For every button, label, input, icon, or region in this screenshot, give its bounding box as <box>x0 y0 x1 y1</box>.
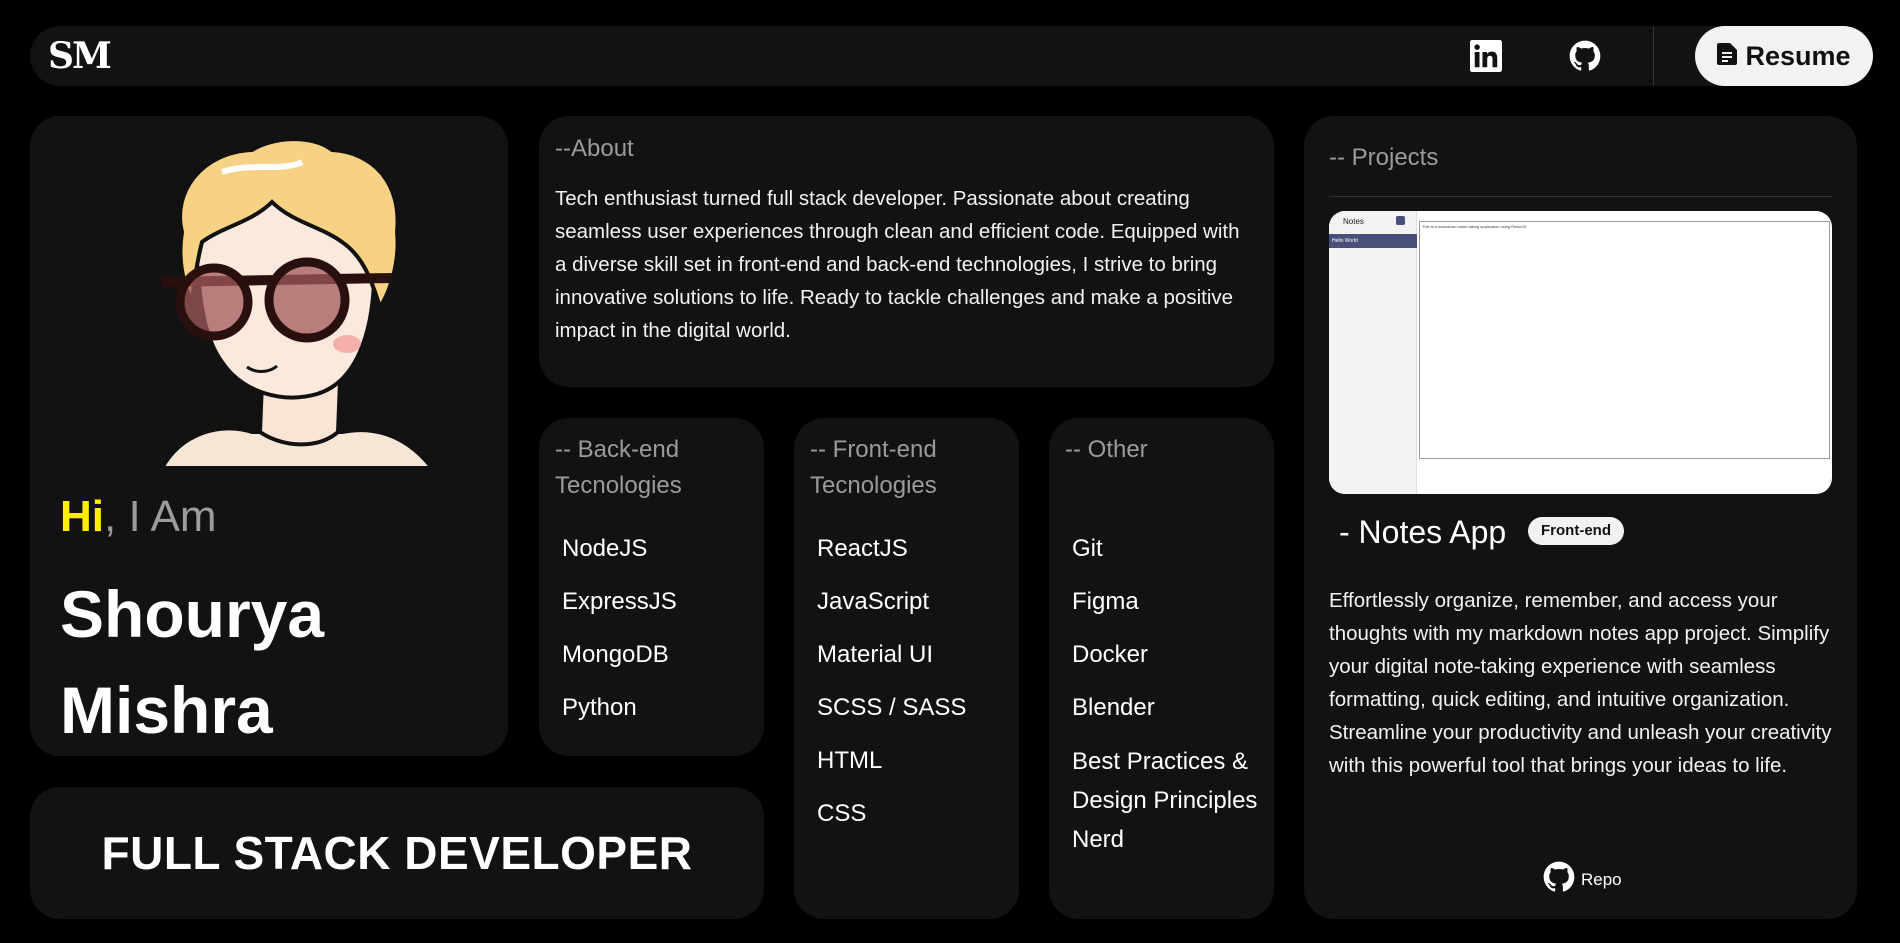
frontend-title: -- Front-end Tecnologies <box>810 436 937 499</box>
project-name: - Notes App <box>1339 514 1507 550</box>
screenshot-toolbar <box>1421 213 1832 221</box>
screenshot-editor: This is a markdown notes taking applicat… <box>1419 221 1830 459</box>
screenshot-editor-text: This is a markdown notes taking applicat… <box>1422 224 1527 229</box>
last-name: Mishra <box>60 673 273 747</box>
list-item: Material UI <box>817 641 934 668</box>
greeting-hi: Hi <box>60 492 104 541</box>
list-item: Figma <box>1072 588 1139 615</box>
other-list: Git Figma Docker Blender Best Practices … <box>1072 522 1262 859</box>
profile-card: Hi, I Am Shourya Mishra <box>30 116 508 756</box>
project-badge: Front-end <box>1528 517 1624 545</box>
navbar: SM Resume <box>30 26 1873 86</box>
repo-label: Repo <box>1581 869 1622 889</box>
projects-card: -- Projects Notes Hello World This is a … <box>1304 116 1857 919</box>
list-item: MongoDB <box>562 641 669 668</box>
list-item: Docker <box>1072 641 1149 668</box>
list-item: JavaScript <box>817 588 930 615</box>
repo-link[interactable]: Repo <box>1543 861 1622 898</box>
screenshot-sidebar-item: Hello World <box>1329 234 1417 248</box>
project-screenshot[interactable]: Notes Hello World This is a markdown not… <box>1329 211 1832 494</box>
document-icon <box>1717 41 1738 72</box>
about-card: --About Tech enthusiast turned full stac… <box>539 116 1274 387</box>
about-text: Tech enthusiast turned full stack develo… <box>555 187 1240 342</box>
list-item: ExpressJS <box>562 588 677 615</box>
github-icon[interactable] <box>1569 40 1601 72</box>
list-item: NodeJS <box>562 535 648 562</box>
resume-button[interactable]: Resume <box>1695 26 1873 86</box>
list-item: Python <box>562 694 637 721</box>
frontend-list: ReactJS JavaScript Material UI SCSS / SA… <box>817 522 966 840</box>
backend-title: -- Back-end Tecnologies <box>555 436 682 499</box>
list-item: ReactJS <box>817 535 908 562</box>
first-name: Shourya <box>60 577 325 651</box>
greeting-rest: , I Am <box>104 492 217 541</box>
resume-label: Resume <box>1745 40 1851 71</box>
screenshot-sidebar: Notes Hello World <box>1329 211 1417 494</box>
projects-divider <box>1329 196 1832 197</box>
list-item: Git <box>1072 535 1103 562</box>
role-title: FULL STACK DEVELOPER <box>101 827 693 879</box>
profile-name: Shourya Mishra <box>60 566 324 758</box>
linkedin-icon[interactable] <box>1470 40 1502 72</box>
projects-title: -- Projects <box>1329 144 1439 171</box>
github-icon <box>1543 861 1575 898</box>
backend-list: NodeJS ExpressJS MongoDB Python <box>562 522 677 734</box>
other-title: -- Other <box>1065 436 1148 463</box>
greeting: Hi, I Am <box>60 492 216 542</box>
project-description: Effortlessly organize, remember, and acc… <box>1329 589 1832 777</box>
list-item: Best Practices & Design Principles Nerd <box>1072 748 1258 853</box>
screenshot-add-icon <box>1396 216 1405 225</box>
other-card: -- Other Git Figma Docker Blender Best P… <box>1049 418 1274 919</box>
nav-divider <box>1653 26 1654 86</box>
list-item: SCSS / SASS <box>817 694 967 721</box>
list-item: CSS <box>817 800 867 827</box>
site-logo[interactable]: SM <box>48 36 112 76</box>
list-item: Blender <box>1072 694 1155 721</box>
frontend-card: -- Front-end Tecnologies ReactJS JavaScr… <box>794 418 1019 919</box>
backend-card: -- Back-end Tecnologies NodeJS ExpressJS… <box>539 418 764 756</box>
about-title: --About <box>555 135 634 162</box>
list-item: HTML <box>817 747 883 774</box>
role-card: FULL STACK DEVELOPER <box>30 787 764 919</box>
screenshot-sidebar-title: Notes <box>1343 217 1364 226</box>
